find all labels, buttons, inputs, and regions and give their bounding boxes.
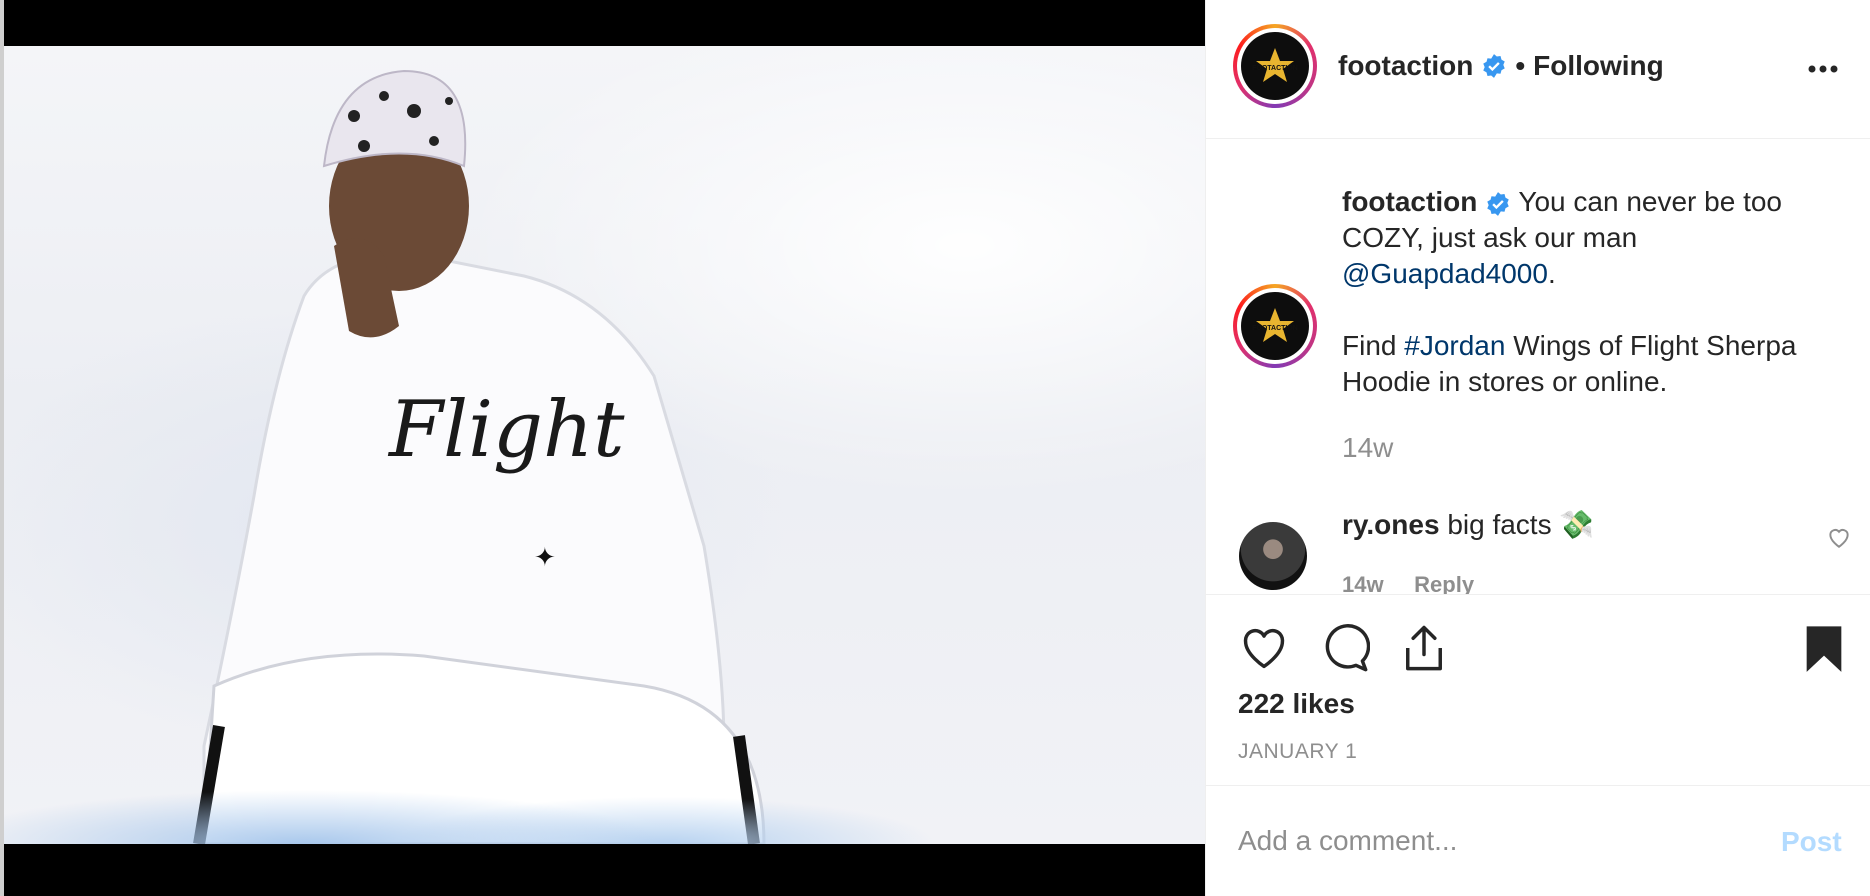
post-photo[interactable]: Flight ✦ — [4, 46, 1205, 844]
comment-body: big facts 💸 — [1447, 509, 1595, 540]
comment-input[interactable] — [1238, 816, 1738, 866]
bookmark-icon[interactable] — [1798, 622, 1850, 674]
svg-text:✦: ✦ — [534, 543, 556, 573]
svg-text:Flight: Flight — [387, 385, 625, 475]
verified-badge-icon — [1483, 54, 1506, 78]
avatar-inner: FOOTACTION — [1237, 28, 1313, 104]
verified-badge-icon — [1487, 191, 1509, 216]
post-actions-bar — [1206, 596, 1870, 696]
post-side-panel: FOOTACTION footaction • Following FOOTAC… — [1205, 0, 1870, 896]
blue-fur-seat — [4, 754, 1205, 844]
likes-count[interactable]: 222 likes — [1238, 688, 1355, 720]
share-icon[interactable] — [1398, 622, 1450, 674]
post-photo-illustration: Flight ✦ — [193, 69, 766, 844]
post-media-area: Flight ✦ — [0, 0, 1205, 896]
comment-heart-icon[interactable] — [1826, 524, 1852, 550]
logo-text: FOOTACTION — [1252, 325, 1298, 332]
caption-hashtag-link[interactable]: #Jordan — [1404, 330, 1505, 361]
caption-text-2: . — [1547, 258, 1556, 289]
header-user-row: footaction • Following — [1338, 50, 1664, 82]
commenter-avatar[interactable] — [1239, 522, 1307, 590]
comment-timestamp[interactable]: 14w — [1342, 572, 1384, 594]
heart-icon[interactable] — [1238, 622, 1290, 674]
following-button[interactable]: Following — [1533, 50, 1664, 82]
comment: ry.ones big facts 💸 — [1342, 508, 1594, 541]
comment-meta: 14w Reply — [1342, 572, 1474, 594]
avatar-inner: FOOTACTION — [1237, 288, 1313, 364]
profile-avatar[interactable]: FOOTACTION — [1233, 24, 1317, 108]
add-comment-bar: Post — [1206, 785, 1870, 896]
footaction-logo: FOOTACTION — [1241, 32, 1309, 100]
more-horizontal-icon[interactable] — [1806, 52, 1840, 86]
caption-mention-link[interactable]: @Guapdad4000 — [1342, 258, 1548, 289]
caption-username[interactable]: footaction — [1342, 186, 1477, 217]
comment-reply-button[interactable]: Reply — [1414, 572, 1474, 594]
footaction-logo: FOOTACTION — [1241, 292, 1309, 360]
post-comment-button[interactable]: Post — [1781, 826, 1842, 858]
post-header: FOOTACTION footaction • Following — [1206, 0, 1870, 139]
comment-icon[interactable] — [1318, 622, 1370, 674]
header-username[interactable]: footaction — [1338, 50, 1473, 82]
logo-text: FOOTACTION — [1252, 65, 1298, 72]
caption-text-3: Find — [1342, 330, 1397, 361]
comment-username[interactable]: ry.ones — [1342, 509, 1440, 540]
star-logo-icon: FOOTACTION — [1252, 48, 1298, 82]
header-separator: • — [1515, 50, 1526, 81]
post-caption: footaction You can never be too COZY, ju… — [1342, 184, 1842, 400]
comments-section[interactable]: FOOTACTION footaction You can never be t… — [1206, 140, 1870, 595]
caption-timestamp[interactable]: 14w — [1342, 432, 1393, 464]
post-date[interactable]: JANUARY 1 — [1238, 740, 1357, 764]
star-logo-icon: FOOTACTION — [1252, 308, 1298, 342]
caption-avatar[interactable]: FOOTACTION — [1233, 284, 1317, 368]
